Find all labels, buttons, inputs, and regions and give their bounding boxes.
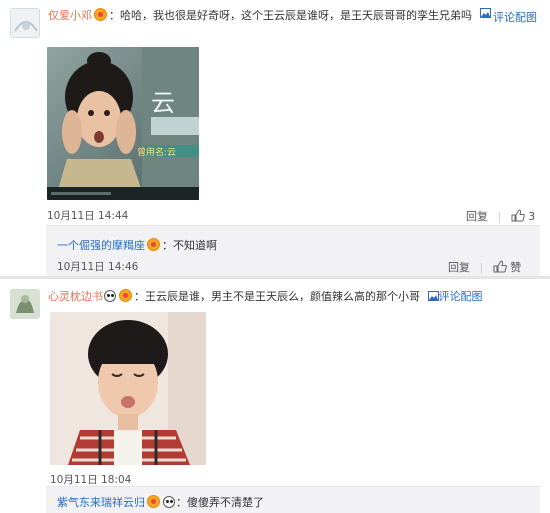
drama-still-image bbox=[47, 47, 199, 200]
vip-badge-icon bbox=[94, 8, 107, 21]
vip-badge-icon bbox=[119, 289, 132, 302]
image-subcaption: 曾用名:云 bbox=[137, 148, 177, 158]
comment-card: 仅爱小邓 ：哈哈，我也很是好奇呀，这个王云辰是谁呀，是王天辰哥哥的孪生兄弟吗 评论… bbox=[0, 0, 550, 276]
reply-text: ：不知道啊 bbox=[162, 239, 217, 252]
panda-emoji-icon bbox=[104, 290, 116, 302]
vip-badge-icon bbox=[147, 238, 160, 251]
picture-icon bbox=[427, 291, 439, 301]
comment-line: 仅爱小邓 ：哈哈，我也很是好奇呀，这个王云辰是谁呀，是王天辰哥哥的孪生兄弟吗 bbox=[48, 7, 472, 23]
panda-emoji-icon bbox=[163, 496, 175, 508]
comment-image[interactable]: 云 曾用名:云 bbox=[47, 47, 199, 200]
comment-image[interactable] bbox=[50, 312, 206, 465]
comment-text: ：王云辰是谁，男主不是王天辰么，颜值辣么高的那个小哥 bbox=[134, 290, 420, 303]
comment-timestamp: 10月11日 14:44 bbox=[47, 210, 129, 222]
reply-actions: 回复 | 赞 bbox=[448, 259, 521, 275]
pic-link-label[interactable]: 评论配图 bbox=[439, 290, 483, 303]
selfie-image bbox=[50, 312, 206, 465]
comment-username[interactable]: 心灵枕边书 bbox=[48, 290, 103, 303]
comment-timestamp: 10月11日 18:04 bbox=[50, 474, 132, 486]
reply-box: 紫气东来瑞祥云归 ：傻傻弄不清楚了 bbox=[46, 486, 540, 513]
reply-button[interactable]: 回复 bbox=[466, 210, 488, 223]
pic-link[interactable]: 评论配图 bbox=[427, 290, 483, 303]
avatar-icon bbox=[11, 9, 39, 37]
reply-reply-button[interactable]: 回复 bbox=[448, 261, 470, 274]
reply-timestamp: 10月11日 14:46 bbox=[57, 261, 139, 273]
pic-link[interactable]: 评论配图 bbox=[493, 7, 543, 28]
reply-line: 一个倔强的摩羯座 ：不知道啊 bbox=[57, 237, 217, 253]
comment-text: ：哈哈，我也很是好奇呀，这个王云辰是谁呀，是王天辰哥哥的孪生兄弟吗 bbox=[109, 9, 472, 22]
reply-like-button[interactable]: 赞 bbox=[510, 261, 521, 274]
comment-username[interactable]: 仅爱小邓 bbox=[48, 9, 92, 22]
vip-badge-icon bbox=[147, 495, 160, 508]
comment-actions: 回复 | 3 bbox=[466, 208, 535, 224]
reply-username[interactable]: 一个倔强的摩羯座 bbox=[57, 239, 145, 252]
avatar[interactable] bbox=[10, 8, 40, 38]
image-caption: 云 bbox=[151, 89, 175, 117]
comment-card: 心灵枕边书 ：王云辰是谁，男主不是王天辰么，颜值辣么高的那个小哥 评论配图 10月… bbox=[0, 279, 550, 513]
reply-box: 一个倔强的摩羯座 ：不知道啊 10月11日 14:46 回复 | 赞 bbox=[46, 225, 540, 276]
like-count: 3 bbox=[528, 210, 536, 223]
comment-line: 心灵枕边书 ：王云辰是谁，男主不是王天辰么，颜值辣么高的那个小哥 评论配图 bbox=[48, 288, 483, 304]
reply-text: ：傻傻弄不清楚了 bbox=[176, 496, 264, 509]
divider: | bbox=[497, 210, 502, 223]
avatar-icon bbox=[10, 289, 40, 319]
pic-link-part1[interactable] bbox=[480, 7, 491, 20]
thumbs-up-icon[interactable] bbox=[511, 209, 525, 222]
divider: | bbox=[479, 261, 484, 274]
thumbs-up-icon[interactable] bbox=[493, 260, 507, 273]
avatar[interactable] bbox=[10, 289, 40, 319]
reply-username[interactable]: 紫气东来瑞祥云归 bbox=[57, 496, 145, 509]
picture-icon bbox=[480, 8, 491, 18]
reply-line: 紫气东来瑞祥云归 ：傻傻弄不清楚了 bbox=[57, 494, 264, 510]
